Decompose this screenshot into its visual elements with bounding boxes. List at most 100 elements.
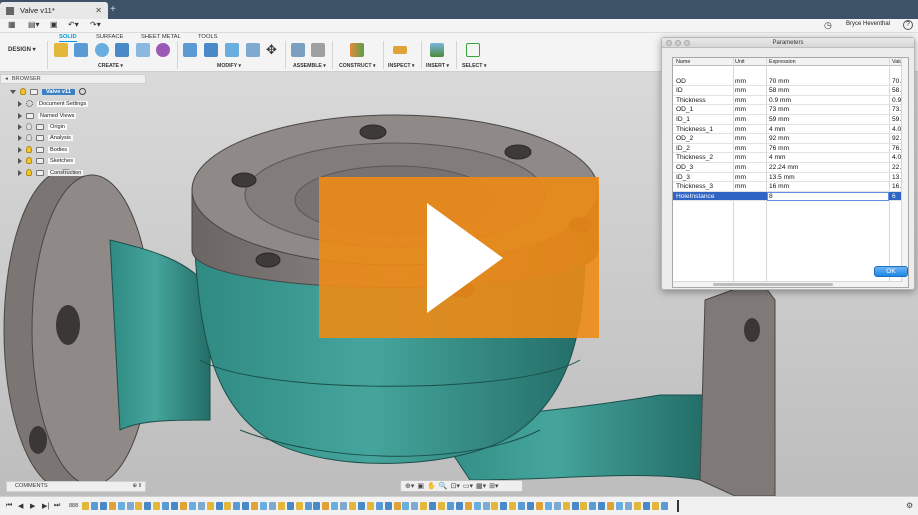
column-header-expression[interactable]: Expression (769, 59, 796, 65)
timeline-feature[interactable] (233, 502, 241, 510)
bulb-icon[interactable] (26, 146, 32, 153)
undo-icon[interactable]: ↶▾ (68, 20, 79, 29)
offset-plane-icon[interactable] (350, 43, 364, 57)
timeline-feature[interactable] (224, 502, 232, 510)
param-expression-cell[interactable]: 70 mm (769, 78, 789, 85)
timeline-feature[interactable] (331, 502, 339, 510)
timeline-feature[interactable] (580, 502, 588, 510)
chamfer-icon[interactable] (225, 43, 239, 57)
timeline-feature[interactable] (562, 502, 570, 510)
timeline-feature[interactable] (633, 502, 641, 510)
zoom-icon[interactable]: 🔍 (439, 482, 448, 490)
timeline-feature[interactable] (242, 502, 250, 510)
param-expression-cell[interactable]: 22.24 mm (769, 164, 798, 171)
select-menu[interactable]: SELECT ▾ (462, 63, 487, 69)
hole-icon[interactable] (115, 43, 129, 57)
param-expression-cell[interactable]: 73 mm (769, 106, 789, 113)
timeline-feature[interactable] (153, 502, 161, 510)
table-row[interactable]: ID_3mm13.5 mm13.50 (673, 173, 908, 183)
param-expression-cell[interactable]: 13.5 mm (769, 174, 795, 181)
table-row-selected[interactable]: HoleInstance 8 6 (673, 191, 908, 202)
grid-icon[interactable]: ▦▾ (476, 482, 486, 490)
timeline-feature[interactable] (651, 502, 659, 510)
comments-controls[interactable]: ⊕ ‖ (132, 482, 141, 491)
timeline-feature[interactable] (162, 502, 170, 510)
timeline-feature[interactable] (393, 502, 401, 510)
timeline-feature[interactable] (491, 502, 499, 510)
expand-icon[interactable] (18, 146, 22, 153)
timeline-feature[interactable] (322, 502, 330, 510)
root-component-label[interactable]: Valve v11 (42, 88, 75, 95)
timeline-feature[interactable] (420, 502, 428, 510)
timeline-feature[interactable] (349, 502, 356, 510)
pattern-icon[interactable] (136, 43, 150, 57)
scroll-thumb[interactable] (713, 283, 833, 286)
browser-item-construction[interactable]: Construction (18, 167, 84, 178)
timeline-feature[interactable] (295, 502, 303, 510)
press-pull-icon[interactable] (183, 43, 197, 57)
timeline-feature[interactable] (304, 502, 312, 510)
timeline-feature[interactable] (527, 502, 534, 510)
assemble-menu[interactable]: ASSEMBLE ▾ (293, 63, 326, 69)
horizontal-scrollbar[interactable] (673, 281, 903, 287)
timeline-feature[interactable] (500, 502, 508, 510)
tab-tools[interactable]: TOOLS (198, 34, 218, 40)
timeline-feature[interactable] (589, 502, 597, 510)
timeline-feature[interactable] (438, 502, 445, 510)
bulb-off-icon[interactable] (26, 123, 32, 130)
browser-item-document-settings[interactable]: Document Settings (18, 98, 89, 109)
play-icon[interactable] (427, 203, 503, 313)
timeline-feature[interactable] (624, 502, 632, 510)
video-play-overlay[interactable] (319, 177, 599, 338)
joint-icon[interactable] (311, 43, 325, 57)
grid-menu-icon[interactable]: ▦ (8, 20, 16, 29)
bulb-off-icon[interactable] (26, 134, 32, 141)
zoom-window-icon[interactable] (684, 40, 690, 46)
new-sketch-icon[interactable] (54, 43, 68, 57)
file-icon[interactable]: ▤▾ (28, 20, 40, 29)
expand-icon[interactable] (10, 89, 16, 94)
look-at-icon[interactable]: ▣ (417, 482, 424, 490)
play-timeline-icon[interactable]: ▶ (30, 502, 35, 510)
construct-menu[interactable]: CONSTRUCT ▾ (339, 63, 376, 69)
timeline-feature[interactable] (286, 502, 294, 510)
expression-edit-field[interactable] (767, 191, 889, 201)
timeline-feature[interactable] (616, 502, 623, 510)
timeline-feature[interactable] (544, 502, 552, 510)
tab-surface[interactable]: SURFACE (96, 34, 123, 40)
shell-icon[interactable] (246, 43, 260, 57)
timeline-feature[interactable] (375, 502, 383, 510)
timeline-feature[interactable] (473, 502, 481, 510)
timeline-feature[interactable] (455, 502, 463, 510)
timeline-feature[interactable] (384, 502, 392, 510)
timeline-feature[interactable] (188, 502, 196, 510)
timeline-feature[interactable] (251, 502, 259, 510)
timeline-feature[interactable] (179, 502, 187, 510)
browser-item-named-views[interactable]: Named Views (18, 110, 77, 121)
collapse-icon[interactable]: ◂ (5, 76, 8, 82)
timeline-feature[interactable] (144, 502, 152, 510)
bulb-icon[interactable] (26, 157, 32, 164)
save-icon[interactable]: ▣ (50, 20, 58, 29)
bulb-icon[interactable] (26, 169, 32, 176)
timeline-feature[interactable] (642, 502, 650, 510)
table-row[interactable]: Thickness_1 mm 4 mm 4.00 (673, 125, 908, 135)
timeline-feature[interactable] (446, 502, 454, 510)
timeline-feature[interactable] (598, 502, 606, 510)
go-to-end-icon[interactable]: ⏭ (54, 502, 60, 510)
timeline-feature[interactable] (135, 502, 143, 510)
timeline-feature[interactable] (464, 502, 472, 510)
extrude-icon[interactable] (74, 43, 88, 57)
timeline-feature[interactable] (357, 502, 365, 510)
timeline-feature[interactable] (215, 502, 223, 510)
timeline-feature[interactable] (509, 502, 517, 510)
param-expression-cell[interactable]: 0.9 mm (769, 97, 791, 104)
timeline-feature[interactable] (126, 502, 134, 510)
timeline-feature[interactable] (99, 502, 107, 510)
create-menu[interactable]: CREATE ▾ (98, 63, 123, 69)
timeline-feature[interactable] (366, 502, 374, 510)
table-row[interactable]: Thickness_2 mm 4 mm 4.00 (673, 153, 908, 163)
close-tab-icon[interactable]: ✕ (95, 6, 102, 15)
modify-menu[interactable]: MODIFY ▾ (217, 63, 241, 69)
param-expression-cell[interactable]: 59 mm (769, 116, 789, 123)
